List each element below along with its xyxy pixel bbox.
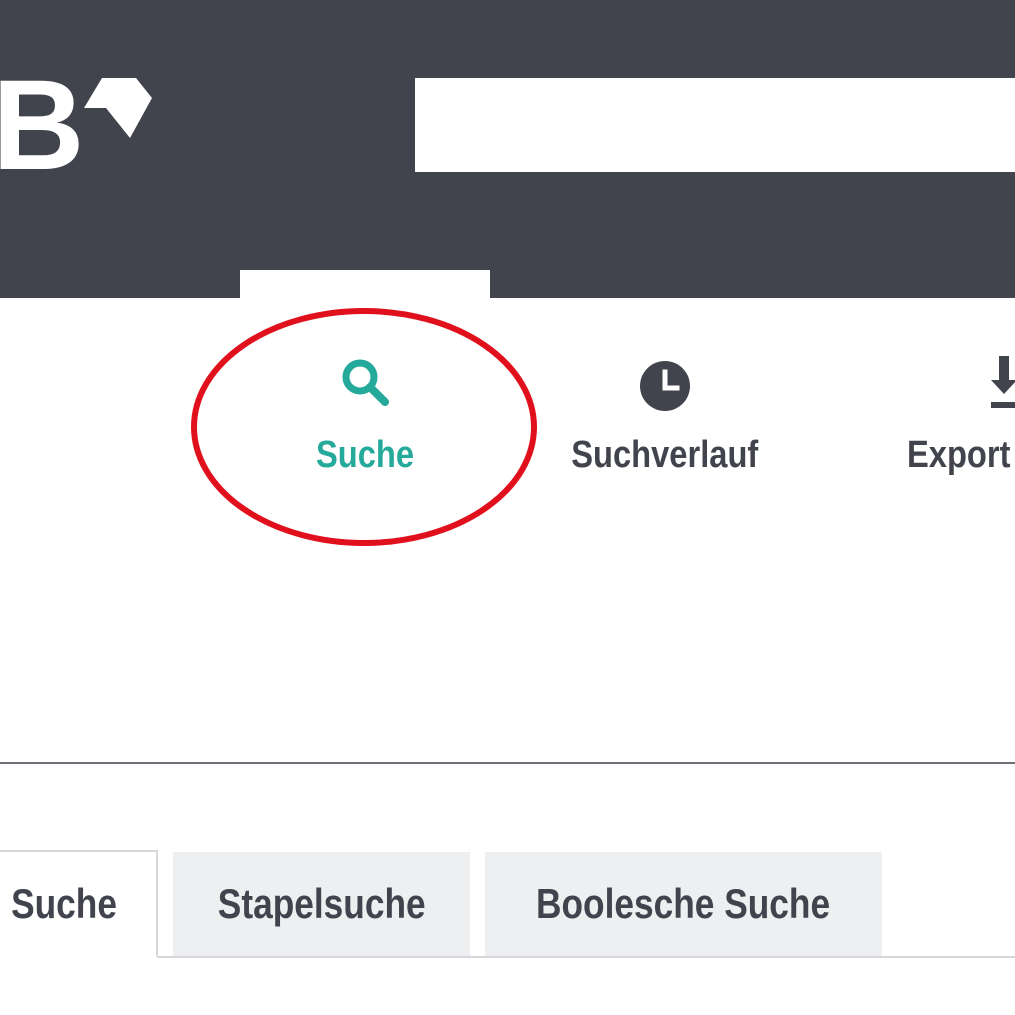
nav-item-export[interactable]: Export xyxy=(895,350,1015,477)
page: B Suche Suchverlauf Export Suche Stapels… xyxy=(0,0,1015,1015)
tab-suche[interactable]: Suche xyxy=(0,850,158,958)
search-input[interactable] xyxy=(415,78,1015,172)
tab-boolesche-suche[interactable]: Boolesche Suche xyxy=(485,852,882,956)
logo-mark-icon[interactable] xyxy=(84,72,156,142)
tab-stapelsuche[interactable]: Stapelsuche xyxy=(173,852,470,956)
clock-icon xyxy=(640,361,690,411)
nav-label-export: Export xyxy=(907,434,1011,476)
download-icon xyxy=(991,356,1015,408)
nav-label-suche: Suche xyxy=(315,434,415,476)
active-nav-indicator xyxy=(240,270,490,298)
section-divider xyxy=(0,762,1015,764)
logo-letter[interactable]: B xyxy=(0,62,84,190)
tab-label-stapelsuche: Stapelsuche xyxy=(217,880,426,927)
nav-item-suchverlauf[interactable]: Suchverlauf xyxy=(540,350,790,477)
nav-item-suche[interactable]: Suche xyxy=(270,350,460,477)
tab-label-boolesche-suche: Boolesche Suche xyxy=(536,880,831,927)
tab-label-suche: Suche xyxy=(11,880,117,927)
search-icon xyxy=(342,359,389,406)
nav-label-suchverlauf: Suchverlauf xyxy=(571,434,759,476)
header-bar: B xyxy=(0,0,1015,298)
